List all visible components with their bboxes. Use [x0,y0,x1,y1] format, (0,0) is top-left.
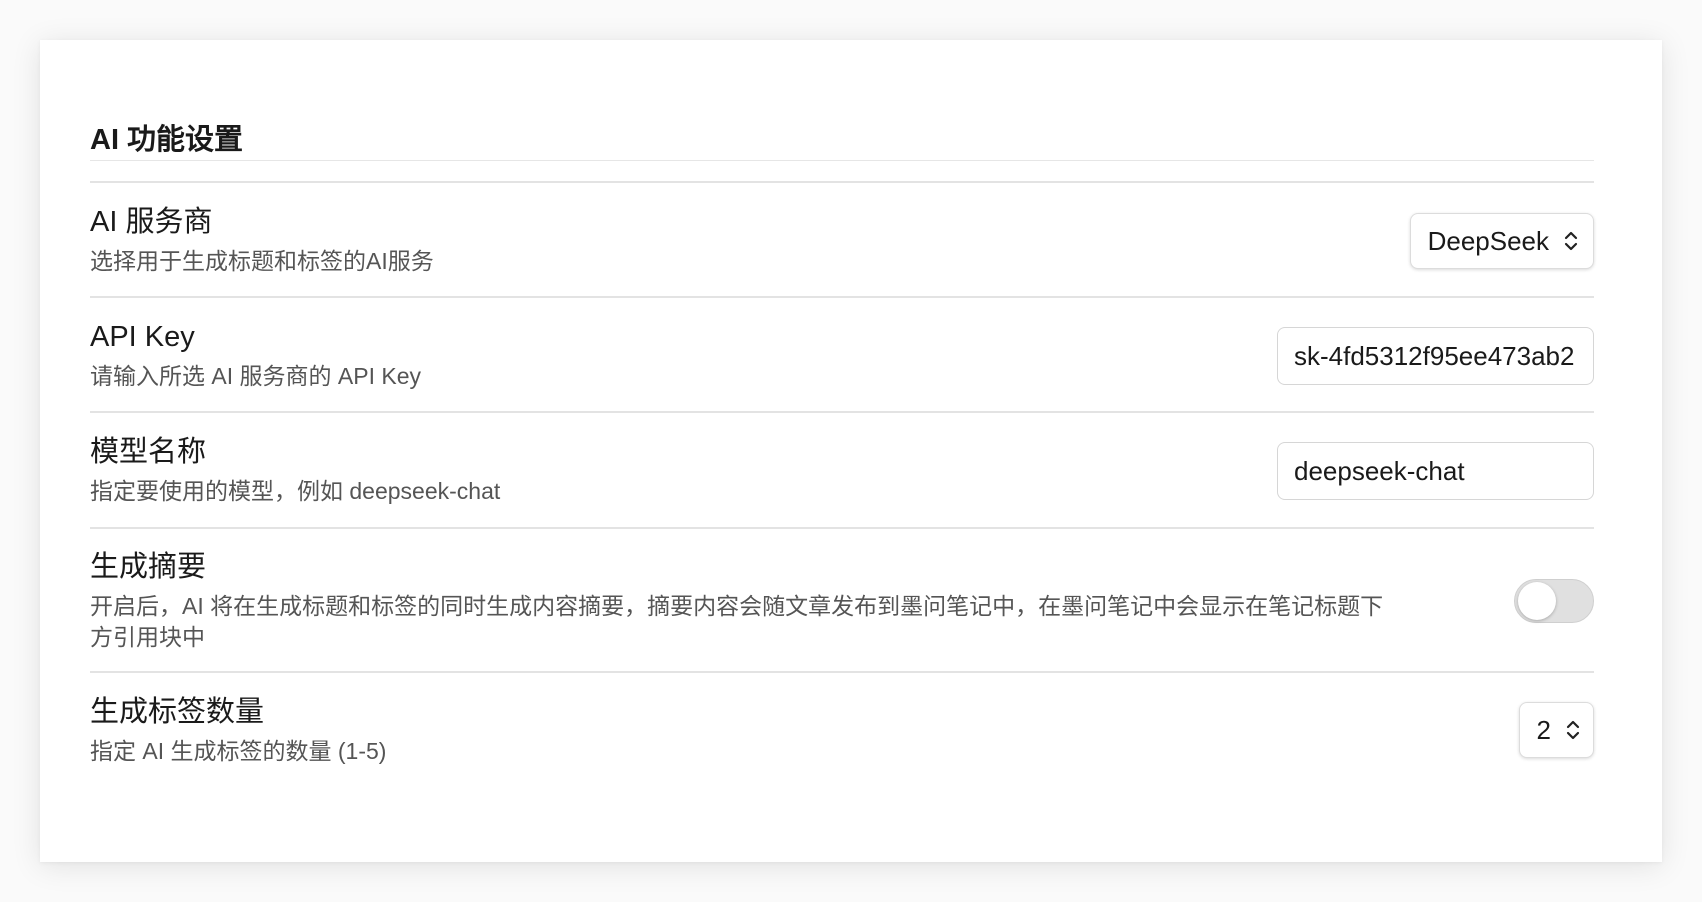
model-name-input[interactable] [1277,442,1594,500]
provider-label: AI 服务商 [90,206,213,238]
summary-label: 生成摘要 [90,551,207,583]
chevron-up-down-icon [1564,231,1578,251]
title-underline [90,160,1594,161]
divider [90,411,1594,413]
api-key-input[interactable] [1277,327,1594,385]
tag-count-select-value: 2 [1536,714,1551,745]
ai-settings-content: AI 功能设置 AI 服务商 选择用于生成标题和标签的AI服务 DeepSeek… [90,40,1594,862]
provider-select[interactable]: DeepSeek [1409,213,1594,269]
ai-settings-card: AI 功能设置 AI 服务商 选择用于生成标题和标签的AI服务 DeepSeek… [40,40,1662,862]
divider [90,671,1594,673]
provider-description: 选择用于生成标题和标签的AI服务 [90,248,434,274]
tag-count-label: 生成标签数量 [90,696,265,728]
divider [90,527,1594,529]
tag-count-select[interactable]: 2 [1518,702,1594,758]
tag-count-description: 指定 AI 生成标签的数量 (1-5) [90,738,387,764]
api-key-label: API Key [90,321,195,353]
summary-toggle[interactable] [1514,579,1594,623]
model-description: 指定要使用的模型，例如 deepseek-chat [90,478,501,504]
toggle-knob [1518,582,1556,620]
chevron-up-down-icon [1566,720,1580,740]
section-title: AI 功能设置 [90,124,244,156]
divider [90,296,1594,298]
api-key-description: 请输入所选 AI 服务商的 API Key [90,363,421,389]
summary-description: 开启后，AI 将在生成标题和标签的同时生成内容摘要，摘要内容会随文章发布到墨问笔… [90,593,1384,650]
model-label: 模型名称 [90,436,207,468]
divider [90,181,1594,183]
provider-select-value: DeepSeek [1427,225,1549,256]
